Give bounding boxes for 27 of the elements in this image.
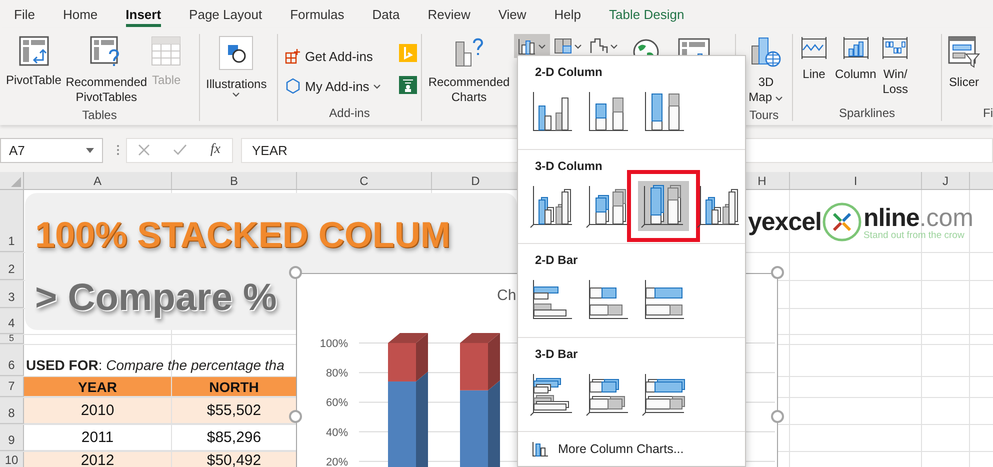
group-label: Add-ins <box>328 105 371 121</box>
section-title: 2-D Bar <box>534 253 579 267</box>
section-title: 3-D Bar <box>534 347 579 361</box>
axis-label: 40% <box>326 426 348 439</box>
axis-label: 60% <box>326 397 348 410</box>
axis-label: 100% <box>320 338 348 350</box>
banner-subtitle: > Compare % <box>35 277 277 319</box>
table-cell: 2010 <box>24 398 172 424</box>
table-cell: 2012 <box>24 452 172 467</box>
group-label: Tables <box>81 107 118 123</box>
table-cell: $50,492 <box>172 452 297 467</box>
table-cell: $55,502 <box>172 398 297 424</box>
logo-text: nline <box>863 204 920 232</box>
group-label: Sparklines <box>838 105 896 121</box>
table-header-cell: NORTH <box>172 377 297 397</box>
group-label: Tours <box>748 107 780 123</box>
group-label: Fi <box>982 105 993 121</box>
logo-tagline: Stand out from the crow <box>863 230 966 240</box>
axis-label: 80% <box>326 368 348 380</box>
axis-label: 20% <box>326 456 348 467</box>
description-text: USED FOR: Compare the percentage tha <box>26 357 284 373</box>
logo-text: yexcel <box>748 208 822 236</box>
chart-title: Ch <box>497 287 516 304</box>
section-title: 2-D Column <box>534 65 604 79</box>
logo-domain: .com <box>919 204 974 232</box>
table-header-cell: YEAR <box>24 377 172 397</box>
banner-title: 100% STACKED COLUM <box>35 215 450 255</box>
